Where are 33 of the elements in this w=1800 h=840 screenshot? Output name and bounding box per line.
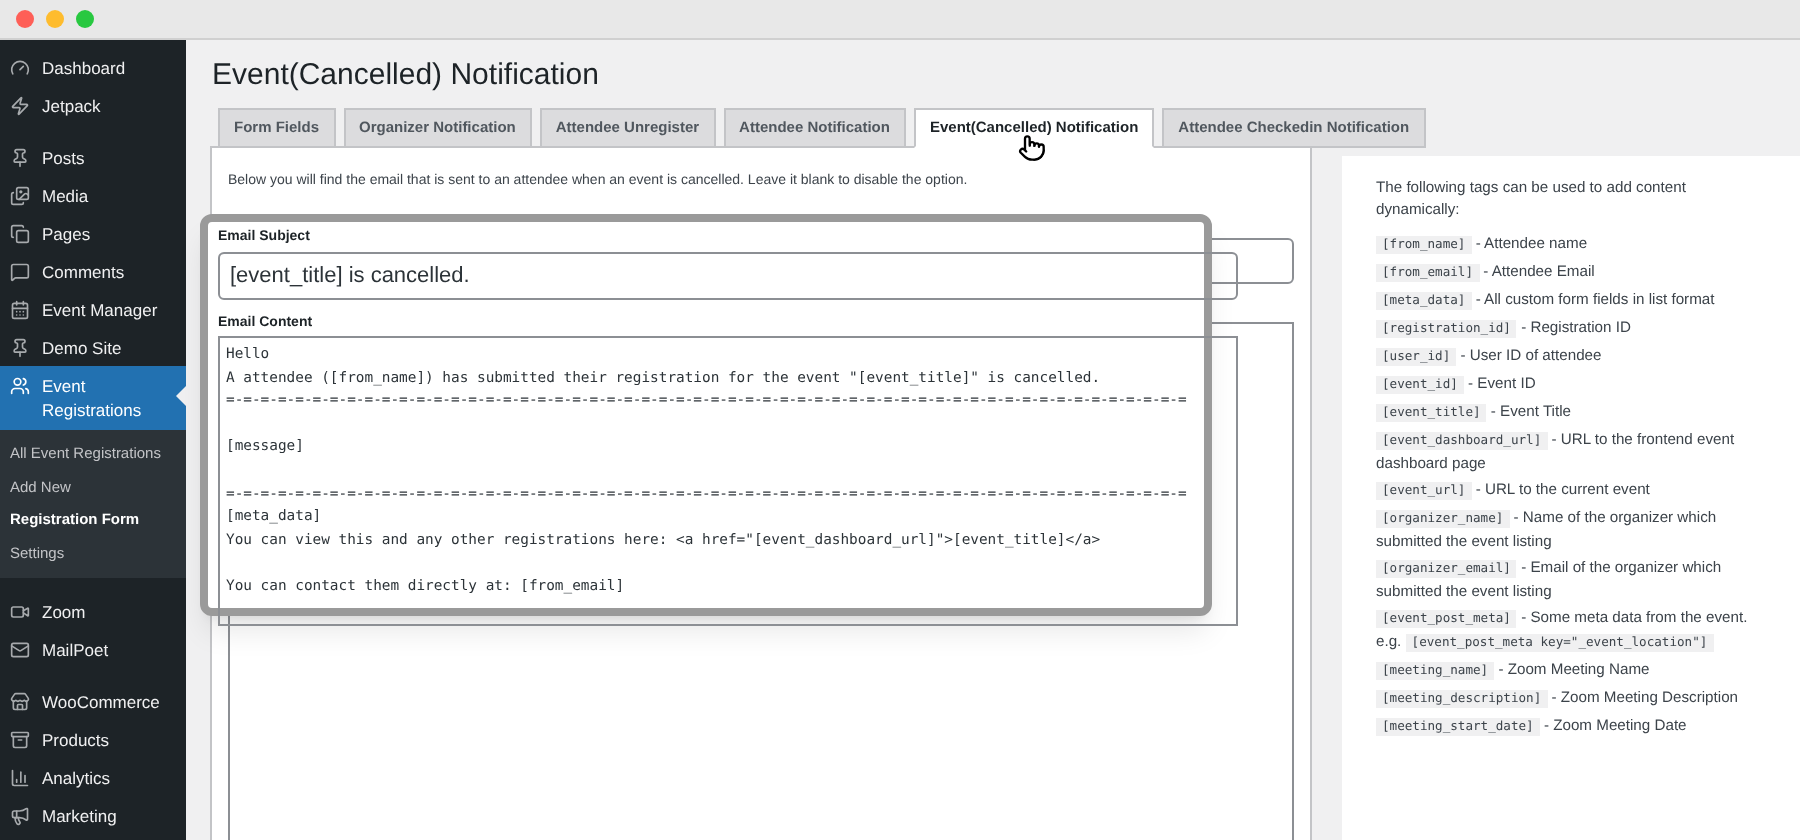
sidebar-item[interactable]: MailPoet [0, 630, 186, 668]
bar-chart-icon [10, 767, 30, 787]
sidebar-item[interactable]: Pages [0, 214, 186, 252]
bolt-icon [10, 95, 30, 115]
sidebar-item[interactable]: Event Manager [0, 290, 186, 328]
pushpin-icon [10, 337, 30, 357]
store-icon [10, 691, 30, 711]
sidebar-item[interactable]: Event Registrations [0, 366, 186, 430]
sidebar-item[interactable]: Demo Site [0, 328, 186, 366]
gauge-icon [10, 57, 30, 77]
current-pointer-icon [176, 386, 186, 406]
email-subject-field[interactable]: [event_title] is cancelled. [218, 251, 1238, 299]
sidebar-item[interactable]: Comments [0, 252, 186, 290]
sidebar-item[interactable]: Marketing [0, 796, 186, 834]
sidebar-item[interactable]: WooCommerce [0, 682, 186, 720]
megaphone-icon [10, 805, 30, 825]
sidebar-item[interactable]: Products [0, 720, 186, 758]
people-icon [10, 376, 30, 396]
pushpin-icon [10, 147, 30, 167]
calendar-icon [10, 299, 30, 319]
sidebar-item[interactable]: Zoom [0, 592, 186, 630]
mail-icon [10, 639, 30, 659]
sidebar-item[interactable]: Posts [0, 138, 186, 176]
video-camera-icon [10, 601, 30, 621]
sidebar-item[interactable]: Media [0, 176, 186, 214]
sidebar-item[interactable]: Jetpack [0, 86, 186, 124]
page-title: Event(Cancelled) Notification [212, 58, 601, 94]
sidebar-item[interactable]: Dashboard [0, 48, 186, 86]
media-icon [10, 185, 30, 205]
comment-icon [10, 261, 30, 281]
box-icon [10, 729, 30, 749]
sidebar-item[interactable]: Analytics [0, 758, 186, 796]
pages-icon [10, 223, 30, 243]
